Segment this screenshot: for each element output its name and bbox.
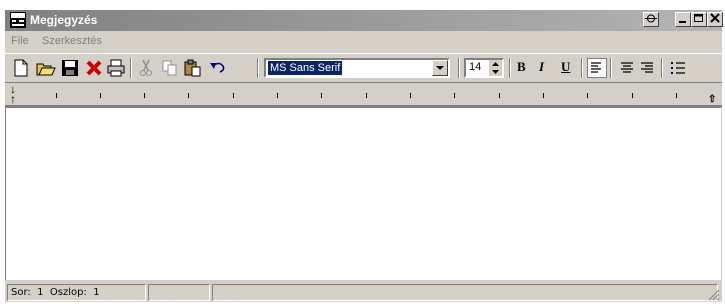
status-row-value: 1 [37, 287, 44, 298]
align-right-icon [641, 62, 653, 73]
print-button[interactable] [106, 58, 126, 78]
align-left-icon [591, 62, 601, 73]
ruler-tick [454, 93, 455, 98]
open-button[interactable] [36, 58, 56, 78]
italic-button[interactable]: I [539, 59, 544, 75]
bullet-list-icon [671, 62, 685, 74]
status-row-label: Sor: [11, 287, 31, 298]
title-bar[interactable]: Megjegyzés [5, 10, 723, 31]
new-document-button[interactable] [11, 58, 31, 78]
toolbar-separator [458, 58, 460, 78]
undo-icon [210, 62, 225, 73]
ruler-tick [56, 93, 57, 98]
minimize-button[interactable] [675, 12, 691, 27]
copy-icon [162, 60, 177, 76]
underline-button[interactable]: U [561, 59, 570, 75]
bullet-list-button[interactable] [668, 58, 688, 78]
align-center-button[interactable] [617, 58, 637, 78]
ruler-tick [632, 93, 633, 98]
notepad-window: Megjegyzés File Szerkesztés MS Sans Seri… [5, 10, 723, 302]
status-panel-3 [212, 284, 718, 301]
ruler-tick [587, 93, 588, 98]
ruler-tick [277, 93, 278, 98]
toolbar-separator [130, 58, 132, 78]
text-editor-area[interactable] [5, 107, 721, 280]
window-title: Megjegyzés [30, 13, 98, 27]
toolbar-separator [610, 58, 612, 78]
ruler-tick [321, 93, 322, 98]
align-center-icon [621, 62, 633, 73]
undo-button[interactable] [207, 58, 227, 78]
paste-button[interactable] [183, 58, 203, 78]
cut-icon [140, 59, 152, 76]
chevron-down-icon [436, 66, 444, 70]
new-document-icon [14, 59, 28, 77]
cut-button[interactable] [136, 58, 156, 78]
open-folder-icon [36, 63, 56, 76]
font-size-value: 14 [469, 61, 482, 73]
font-size-spinner[interactable] [489, 60, 502, 76]
ruler-tick [366, 93, 367, 98]
delete-icon [86, 60, 102, 76]
resize-grip-icon[interactable] [708, 289, 720, 301]
close-button[interactable] [707, 12, 723, 27]
app-icon [10, 12, 26, 28]
print-icon [107, 59, 125, 77]
bold-button[interactable]: B [517, 59, 526, 75]
status-position-panel: Sor: 1 Oszlop: 1 [7, 284, 146, 301]
ruler-tick [188, 93, 189, 98]
pin-button[interactable] [643, 12, 659, 27]
status-col-value: 1 [93, 287, 100, 298]
ruler-tick [144, 93, 145, 98]
ruler-tick [233, 93, 234, 98]
left-indent-icon[interactable]: ↑ [10, 93, 16, 105]
font-name-value: MS Sans Serif [268, 61, 343, 75]
font-dropdown-button[interactable] [432, 60, 448, 76]
ruler-tick [543, 93, 544, 98]
menu-edit[interactable]: Szerkesztés [42, 35, 102, 47]
copy-button[interactable] [160, 58, 180, 78]
menu-file[interactable]: File [11, 35, 29, 47]
spinner-arrows-icon [492, 62, 499, 74]
ruler-tick [100, 93, 101, 98]
delete-button[interactable] [84, 58, 104, 78]
menu-bar: File Szerkesztés [5, 32, 722, 50]
toolbar-separator [257, 58, 259, 78]
ruler-tick [499, 93, 500, 98]
ruler[interactable]: ↓ ↑ ⇧ [5, 83, 722, 107]
pin-icon [645, 14, 657, 23]
ruler-tick [676, 93, 677, 98]
status-bar: Sor: 1 Oszlop: 1 [5, 282, 722, 302]
font-size-input[interactable]: 14 [464, 58, 504, 78]
maximize-icon [694, 14, 703, 22]
right-indent-icon[interactable]: ⇧ [708, 95, 716, 105]
align-left-button[interactable] [587, 58, 607, 78]
close-icon [710, 13, 720, 23]
maximize-button[interactable] [691, 12, 707, 27]
toolbar-separator [581, 58, 583, 78]
minimize-icon [679, 21, 686, 23]
toolbar-separator [509, 58, 511, 78]
ruler-tick [410, 93, 411, 98]
align-right-button[interactable] [637, 58, 657, 78]
save-button[interactable] [60, 58, 80, 78]
status-panel-2 [148, 284, 210, 301]
toolbar: MS Sans Serif 14 B I U [5, 53, 722, 83]
font-name-combobox[interactable]: MS Sans Serif [264, 58, 450, 78]
status-col-label: Oszlop: [49, 287, 87, 298]
paste-icon [184, 59, 201, 77]
toolbar-separator [661, 58, 663, 78]
save-icon [62, 60, 78, 76]
